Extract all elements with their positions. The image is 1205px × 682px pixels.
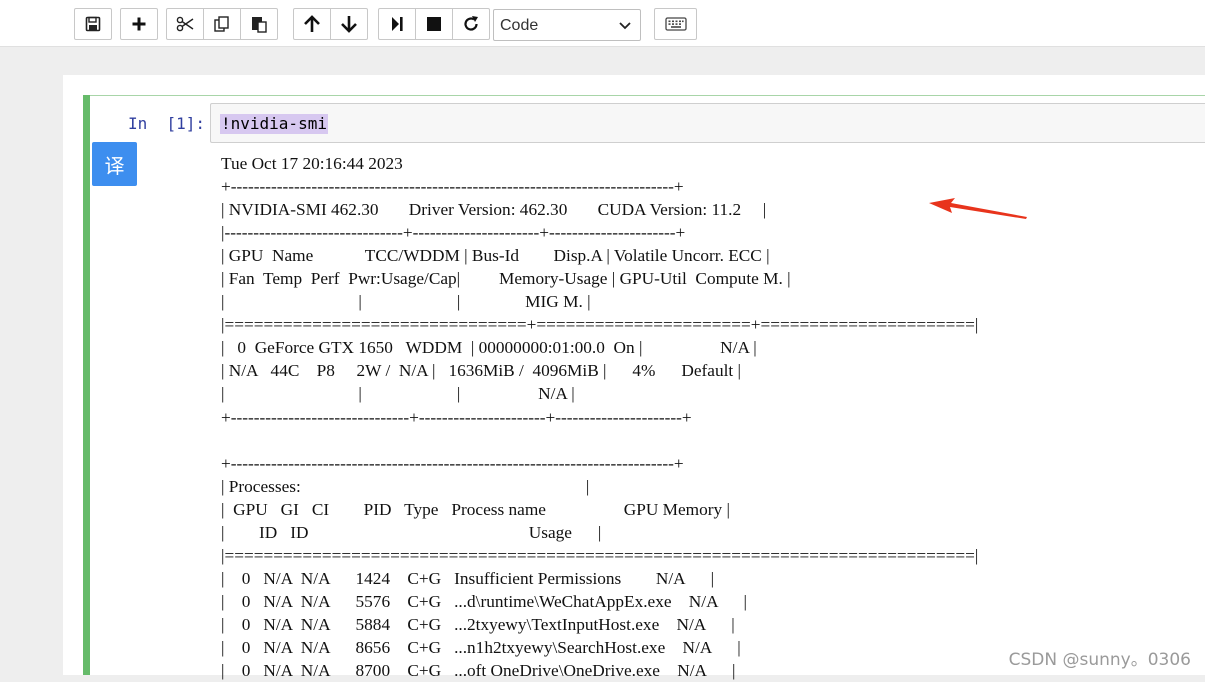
add-cell-button[interactable] (120, 8, 158, 40)
output-line: | 0 GeForce GTX 1650 WDDM | 00000000:01:… (221, 338, 757, 358)
output-line: Tue Oct 17 20:16:44 2023 (221, 154, 403, 173)
restart-icon (464, 16, 478, 31)
insert-button-group (120, 8, 158, 40)
save-button[interactable] (74, 8, 112, 40)
code-input-text[interactable]: !nvidia-smi (220, 114, 328, 134)
paste-icon (252, 17, 267, 33)
move-up-button[interactable] (293, 8, 331, 40)
save-icon (85, 16, 101, 32)
keyboard-shortcuts-button[interactable] (654, 8, 697, 40)
notebook-toolbar: Code (0, 0, 1205, 47)
watermark: CSDN @sunny。0306 (1008, 650, 1191, 670)
output-line: | ID ID Usage | (221, 522, 602, 542)
output-line: | | | MIG M. | (221, 292, 591, 312)
stop-button[interactable] (415, 8, 453, 40)
run-button-group (378, 8, 490, 40)
output-line: |=======================================… (221, 545, 979, 565)
output-line: | 0 N/A N/A 8700 C+G ...oft OneDrive\One… (221, 661, 736, 681)
output-line: | NVIDIA-SMI 462.30 Driver Version: 462.… (221, 200, 767, 220)
output-line: |===============================+=======… (221, 315, 979, 335)
edit-button-group (166, 8, 278, 40)
paste-button[interactable] (240, 8, 278, 40)
add-cell-icon (132, 17, 146, 31)
output-line: | GPU Name TCC/WDDM | Bus-Id Disp.A | Vo… (221, 246, 770, 266)
output-line: +-------------------------------+-------… (221, 407, 692, 427)
cut-button[interactable] (166, 8, 204, 40)
output-line: | Processes: | (221, 476, 590, 496)
output-line: | N/A 44C P8 2W / N/A | 1636MiB / 4096Mi… (221, 361, 741, 381)
restart-button[interactable] (452, 8, 490, 40)
move-down-button[interactable] (330, 8, 368, 40)
copy-icon (214, 16, 229, 32)
move-button-group (293, 8, 368, 40)
move-down-icon (341, 16, 357, 33)
move-up-icon (304, 15, 320, 32)
cell-selected-indicator (83, 95, 90, 675)
output-line: | GPU GI CI PID Type Process name GPU Me… (221, 499, 730, 519)
run-icon (392, 17, 403, 31)
chevron-down-icon (619, 22, 631, 30)
output-line: | 0 N/A N/A 1424 C+G Insufficient Permis… (221, 568, 715, 588)
cell-type-select[interactable]: Code (493, 9, 641, 41)
translate-button[interactable]: 译 (92, 142, 137, 186)
annotation-arrow-icon (929, 198, 1027, 219)
cut-icon (176, 16, 194, 32)
keyboard-icon (664, 17, 687, 31)
input-prompt: In [1]: (128, 114, 206, 133)
stop-icon (427, 17, 441, 31)
cell-output: Tue Oct 17 20:16:44 2023 +---------------… (221, 152, 978, 682)
output-line: | | | N/A | (221, 384, 575, 404)
output-line: | 0 N/A N/A 8656 C+G ...n1h2txyewy\Searc… (221, 637, 741, 657)
output-line: | 0 N/A N/A 5884 C+G ...2txyewy\TextInpu… (221, 614, 735, 634)
copy-button[interactable] (203, 8, 241, 40)
output-line: +---------------------------------------… (221, 453, 684, 473)
cell-type-value: Code (500, 17, 539, 34)
code-input-area[interactable] (210, 103, 1205, 143)
output-line: +---------------------------------------… (221, 177, 684, 197)
keyboard-button-group (654, 8, 697, 40)
file-button-group (74, 8, 112, 40)
output-line: | 0 N/A N/A 5576 C+G ...d\runtime\WeChat… (221, 591, 747, 611)
output-line: |-------------------------------+-------… (221, 223, 686, 243)
output-line: | Fan Temp Perf Pwr:Usage/Cap| Memory-Us… (221, 269, 791, 289)
run-button[interactable] (378, 8, 416, 40)
